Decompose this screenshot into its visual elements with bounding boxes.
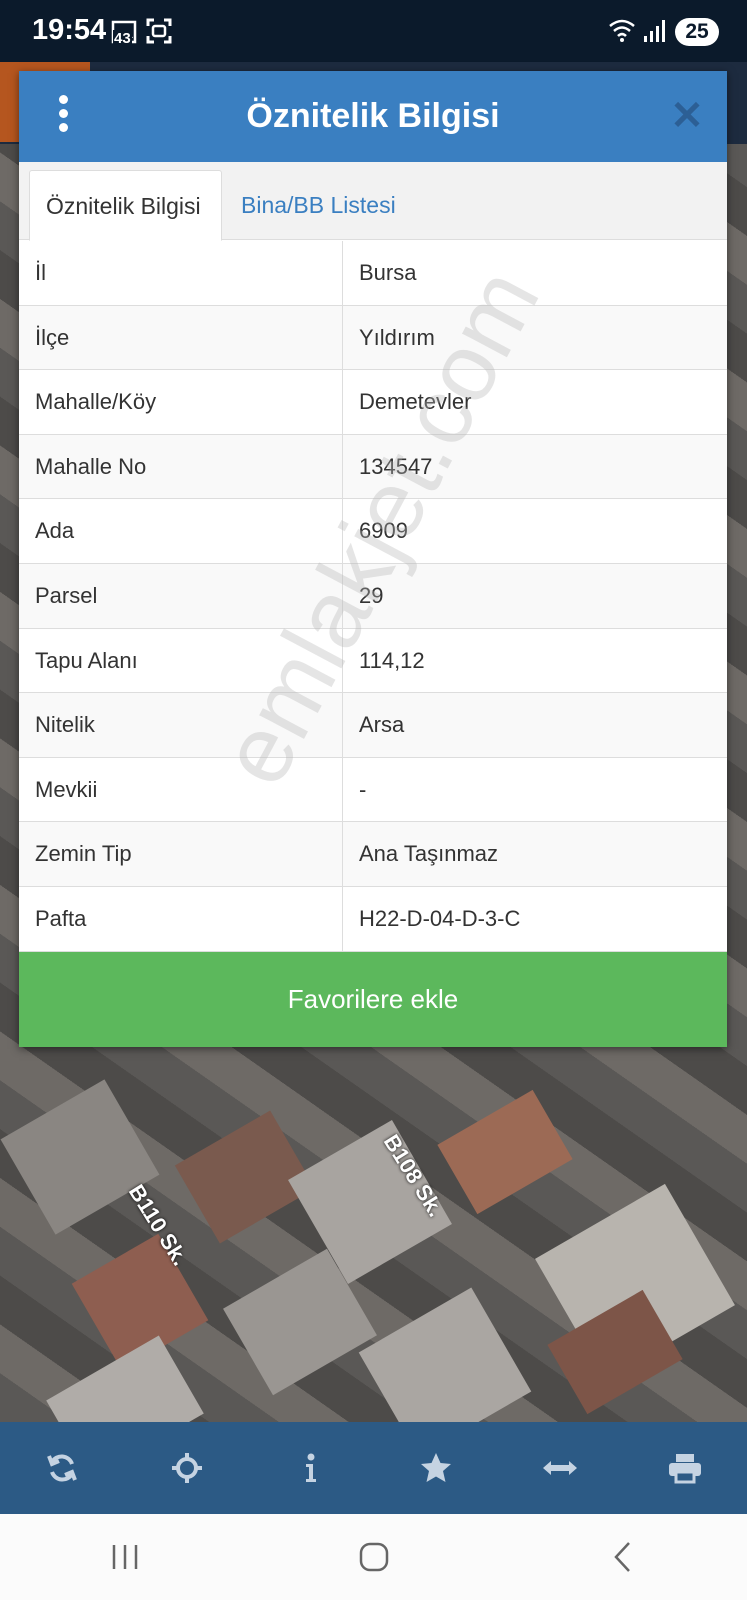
table-row: Tapu Alanı 114,12 [19, 628, 727, 694]
row-label: Parsel [19, 563, 343, 628]
star-icon[interactable] [406, 1438, 466, 1498]
battery-indicator: 25 [675, 18, 719, 46]
home-icon[interactable] [334, 1527, 414, 1587]
row-value: 134547 [359, 453, 433, 479]
screenshot-icon [144, 16, 174, 46]
measure-icon[interactable] [530, 1438, 590, 1498]
dialog-title: Öznitelik Bilgisi [246, 97, 500, 135]
attribute-table: İl Bursa İlçe Yıldırım Mahalle/Köy Demetevl… [19, 241, 727, 952]
status-bar: 19:54 43 25 [0, 0, 747, 62]
back-icon[interactable] [583, 1527, 663, 1587]
table-row: Mahalle/Köy Demetevler [19, 370, 727, 435]
table-row: Ada 6909 [19, 499, 727, 564]
table-row: İl Bursa [19, 241, 727, 306]
table-row: Nitelik Arsa [19, 693, 727, 758]
row-label: Mahalle/Köy [19, 370, 343, 434]
row-label: İl [19, 241, 343, 305]
row-value: Bursa [359, 260, 417, 285]
info-icon[interactable] [281, 1438, 341, 1498]
row-label: Mahalle No [19, 434, 343, 499]
table-row: Mevkii - [19, 757, 727, 823]
row-value: Arsa [359, 712, 405, 738]
row-value: H22-D-04-D-3-C [359, 905, 521, 931]
tab-attribute-info[interactable]: Öznitelik Bilgisi [29, 170, 222, 241]
row-label: İlçe [19, 305, 343, 370]
print-icon[interactable] [655, 1438, 715, 1498]
row-value: 29 [359, 582, 384, 608]
row-label: Ada [19, 499, 343, 563]
wifi-icon [608, 16, 638, 46]
row-value: 6909 [359, 518, 408, 544]
notification-count: 43 [113, 30, 132, 60]
map-building [437, 1089, 573, 1215]
table-row: Zemin Tip Ana Taşınmaz [19, 822, 727, 887]
add-to-favorites-button[interactable]: Favorilere ekle [19, 952, 727, 1047]
signal-icon [642, 16, 668, 46]
row-label: Tapu Alanı [19, 628, 343, 693]
row-value: - [359, 776, 367, 802]
row-label: Zemin Tip [19, 822, 343, 886]
row-value: Demetevler [359, 389, 472, 415]
tab-bar: Öznitelik Bilgisi Bina/BB Listesi [19, 162, 727, 241]
table-row: Mahalle No 134547 [19, 434, 727, 500]
clock: 19:54 [32, 14, 107, 46]
row-value: Ana Taşınmaz [359, 841, 499, 867]
row-label: Nitelik [19, 693, 343, 757]
more-menu-icon[interactable] [49, 95, 77, 135]
table-row: Pafta H22-D-04-D-3-C [19, 886, 727, 952]
attribute-dialog: Öznitelik Bilgisi ✕ Öznitelik Bilgisi Bi… [19, 71, 727, 1047]
close-icon[interactable]: ✕ [667, 93, 707, 139]
row-label: Mevkii [19, 757, 343, 822]
map-toolbar [0, 1422, 747, 1514]
dialog-header: Öznitelik Bilgisi ✕ [19, 71, 727, 162]
table-row: Parsel 29 [19, 563, 727, 629]
map-building [358, 1287, 532, 1422]
tab-building-list[interactable]: Bina/BB Listesi [225, 170, 412, 241]
table-row: İlçe Yıldırım [19, 305, 727, 371]
row-value: Yıldırım [359, 324, 435, 350]
crosshair-icon[interactable] [157, 1438, 217, 1498]
row-value: 114,12 [359, 647, 425, 673]
row-label: Pafta [19, 886, 343, 951]
recent-apps-icon[interactable] [85, 1527, 165, 1587]
refresh-icon[interactable] [32, 1438, 92, 1498]
system-nav-bar [0, 1514, 747, 1600]
